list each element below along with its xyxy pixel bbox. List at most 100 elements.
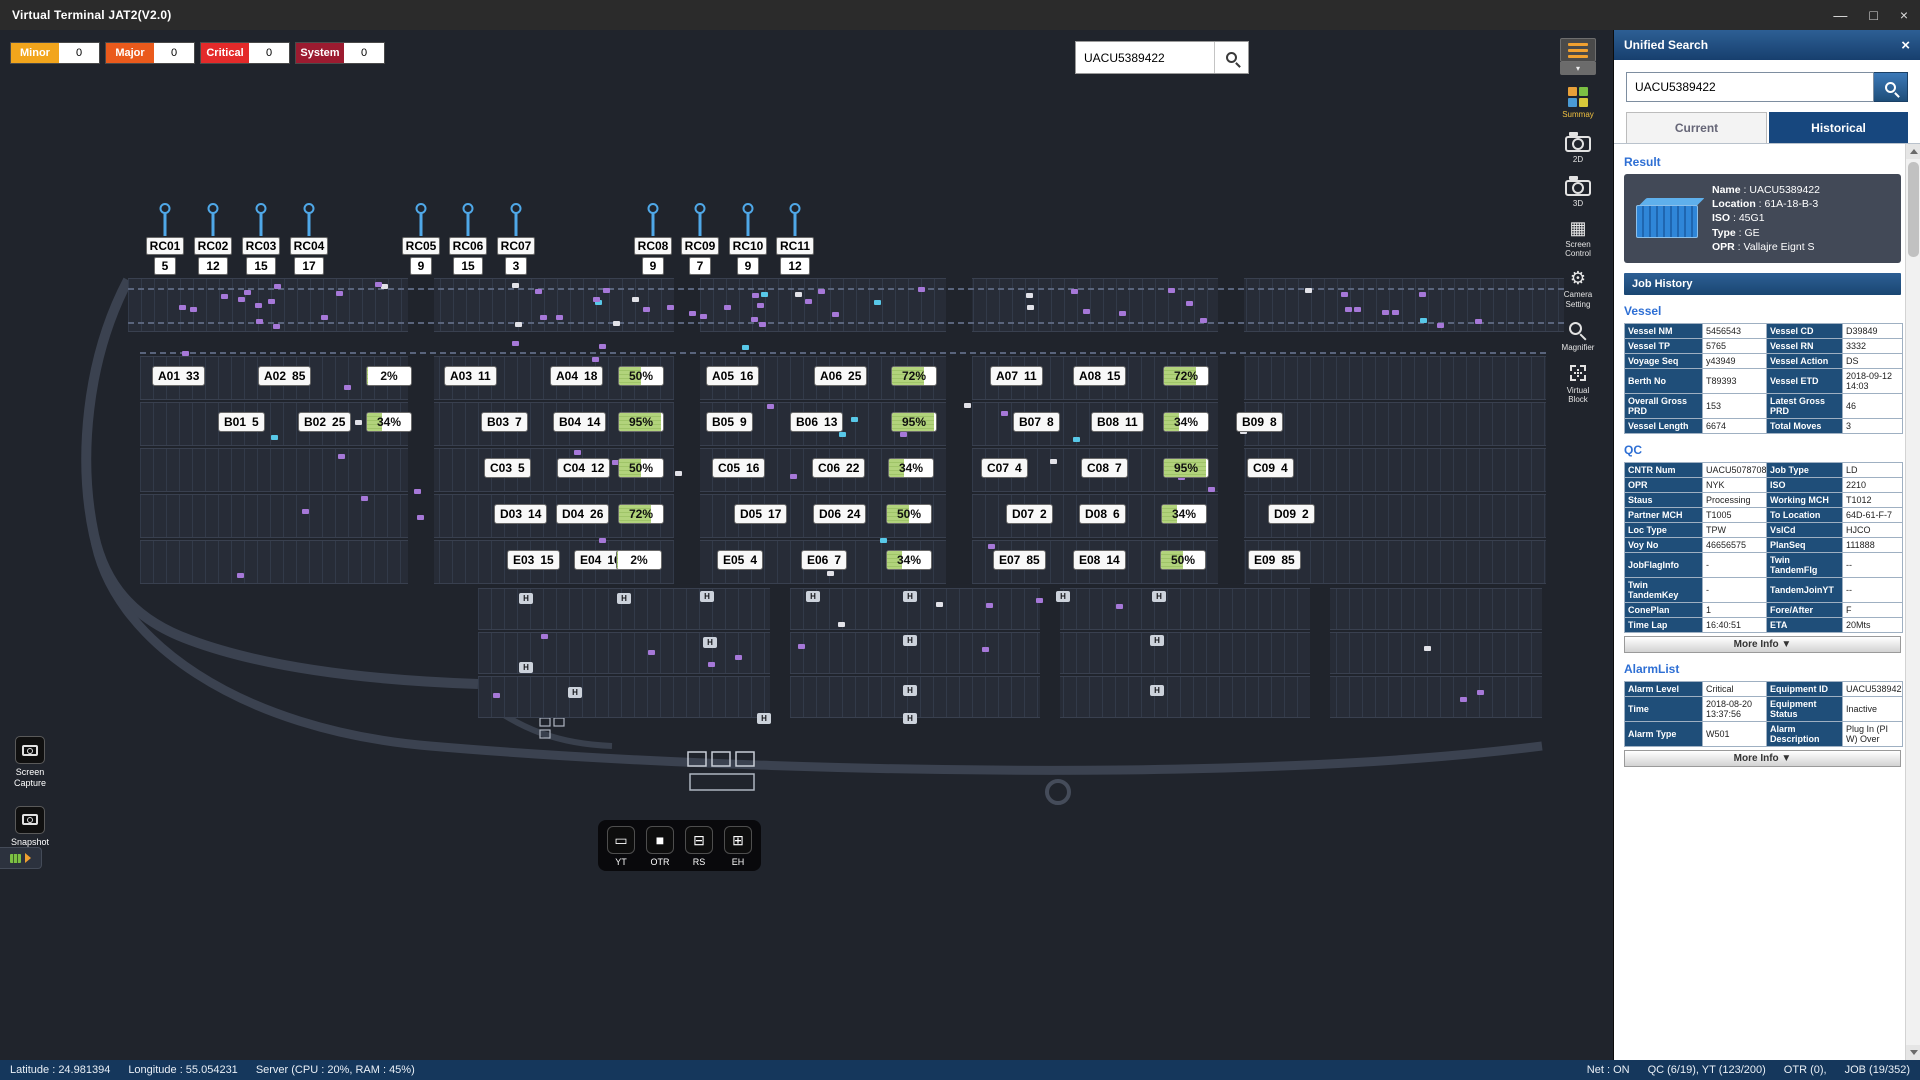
occupancy-badge[interactable]: 95% [618, 412, 664, 432]
block-A08[interactable]: A08 15 [1073, 366, 1127, 386]
tool-camera-setting[interactable]: ⚙ Camera Setting [1556, 269, 1600, 309]
occupancy-badge[interactable]: 50% [886, 504, 932, 524]
block-E08[interactable]: E08 14 [1073, 550, 1126, 570]
tool-summary[interactable]: Summay [1556, 87, 1600, 120]
occupancy-badge[interactable]: 50% [618, 458, 664, 478]
minimize-icon[interactable]: — [1833, 0, 1847, 30]
crane-RC03[interactable]: RC03 15 [241, 203, 281, 275]
dock-button-rs[interactable]: ⊟ RS [685, 826, 713, 867]
block-A03[interactable]: A03 11 [444, 366, 497, 386]
crane-RC09[interactable]: RC09 7 [680, 203, 720, 275]
block-C03[interactable]: C03 5 [484, 458, 531, 478]
crane-RC05[interactable]: RC05 9 [401, 203, 441, 275]
occupancy-badge[interactable]: 95% [1163, 458, 1209, 478]
alarm-more-info-button[interactable]: More Info ▼ [1624, 749, 1901, 767]
tool-3d[interactable]: 3D [1556, 174, 1600, 209]
dock-button-otr[interactable]: ■ OTR [646, 826, 674, 867]
tool-screen-capture[interactable]: Screen Capture [6, 736, 54, 790]
crane-RC10[interactable]: RC10 9 [728, 203, 768, 275]
block-D04[interactable]: D04 26 [556, 504, 610, 524]
occupancy-badge[interactable]: 34% [1163, 412, 1209, 432]
block-C07[interactable]: C07 4 [981, 458, 1028, 478]
occupancy-badge[interactable]: 34% [1161, 504, 1207, 524]
block-E06[interactable]: E06 7 [801, 550, 848, 570]
block-B01[interactable]: B01 5 [218, 412, 265, 432]
panel-scrollbar[interactable] [1905, 144, 1920, 1060]
crane-RC08[interactable]: RC08 9 [633, 203, 673, 275]
occupancy-badge[interactable]: 34% [886, 550, 932, 570]
occupancy-badge[interactable]: 2% [616, 550, 662, 570]
occupancy-badge[interactable]: 34% [366, 412, 412, 432]
block-C04[interactable]: C04 12 [557, 458, 611, 478]
block-A02[interactable]: A02 85 [258, 366, 312, 386]
scroll-up-icon[interactable] [1906, 144, 1920, 159]
job-history-button[interactable]: Job History [1624, 272, 1901, 295]
occupancy-badge[interactable]: 95% [891, 412, 937, 432]
occupancy-badge[interactable]: 72% [618, 504, 664, 524]
qc-more-info-button[interactable]: More Info ▼ [1624, 635, 1901, 653]
tool-snapshot[interactable]: Snapshot [6, 805, 54, 848]
block-A04[interactable]: A04 18 [550, 366, 604, 386]
occupancy-badge[interactable]: 2% [366, 366, 412, 386]
scrollbar-thumb[interactable] [1908, 162, 1919, 257]
block-B04[interactable]: B04 14 [553, 412, 607, 432]
search-button[interactable] [1214, 42, 1248, 73]
close-icon[interactable]: × [1900, 0, 1908, 30]
block-D07[interactable]: D07 2 [1006, 504, 1053, 524]
tool-screen-control[interactable]: ▦ Screen Control [1556, 219, 1600, 259]
block-C06[interactable]: C06 22 [812, 458, 866, 478]
panel-search-button[interactable] [1874, 72, 1908, 102]
panel-search-input[interactable] [1626, 72, 1874, 102]
block-B02[interactable]: B02 25 [298, 412, 352, 432]
dock-button-yt[interactable]: ▭ YT [607, 826, 635, 867]
block-C09[interactable]: C09 4 [1247, 458, 1294, 478]
block-B06[interactable]: B06 13 [790, 412, 844, 432]
block-B03[interactable]: B03 7 [481, 412, 528, 432]
crane-RC01[interactable]: RC01 5 [145, 203, 185, 275]
occupancy-badge[interactable]: 72% [891, 366, 937, 386]
yard-map[interactable]: RC01 5 RC02 12 RC03 15 RC04 17 RC05 9 RC06 15 RC07 3 R… [0, 30, 1613, 1060]
tab-current[interactable]: Current [1626, 112, 1767, 143]
block-B07[interactable]: B07 8 [1013, 412, 1060, 432]
block-D08[interactable]: D08 6 [1079, 504, 1126, 524]
dock-button-eh[interactable]: ⊞ EH [724, 826, 752, 867]
crane-RC06[interactable]: RC06 15 [448, 203, 488, 275]
block-B05[interactable]: B05 9 [706, 412, 753, 432]
block-D05[interactable]: D05 17 [734, 504, 788, 524]
block-B08[interactable]: B08 11 [1091, 412, 1144, 432]
block-E07[interactable]: E07 85 [993, 550, 1046, 570]
menu-collapse-button[interactable]: ▾ [1560, 62, 1596, 75]
search-input[interactable] [1076, 42, 1214, 73]
equipment-dot [851, 417, 858, 422]
occupancy-badge[interactable]: 72% [1163, 366, 1209, 386]
block-D06[interactable]: D06 24 [813, 504, 867, 524]
occupancy-badge[interactable]: 50% [1160, 550, 1206, 570]
block-A01[interactable]: A01 33 [152, 366, 206, 386]
tool-virtual-block[interactable]: Virtual Block [1556, 363, 1600, 405]
panel-close-icon[interactable]: × [1901, 37, 1910, 54]
scroll-down-icon[interactable] [1906, 1045, 1920, 1060]
legend-expand-tab[interactable] [0, 847, 42, 869]
tab-historical[interactable]: Historical [1769, 112, 1908, 143]
block-A05[interactable]: A05 16 [706, 366, 760, 386]
maximize-icon[interactable]: □ [1869, 0, 1877, 30]
block-D09[interactable]: D09 2 [1268, 504, 1315, 524]
crane-RC07[interactable]: RC07 3 [496, 203, 536, 275]
tool-magnifier[interactable]: Magnifier [1556, 319, 1600, 353]
block-E05[interactable]: E05 4 [717, 550, 764, 570]
crane-RC04[interactable]: RC04 17 [289, 203, 329, 275]
crane-RC11[interactable]: RC11 12 [775, 203, 815, 275]
block-E09[interactable]: E09 85 [1248, 550, 1301, 570]
block-A07[interactable]: A07 11 [990, 366, 1043, 386]
menu-button[interactable] [1560, 38, 1596, 62]
occupancy-badge[interactable]: 34% [888, 458, 934, 478]
tool-2d[interactable]: 2D [1556, 130, 1600, 165]
block-C08[interactable]: C08 7 [1081, 458, 1128, 478]
block-D03[interactable]: D03 14 [494, 504, 548, 524]
block-E03[interactable]: E03 15 [507, 550, 560, 570]
block-C05[interactable]: C05 16 [712, 458, 766, 478]
occupancy-badge[interactable]: 50% [618, 366, 664, 386]
crane-RC02[interactable]: RC02 12 [193, 203, 233, 275]
block-B09[interactable]: B09 8 [1236, 412, 1283, 432]
block-A06[interactable]: A06 25 [814, 366, 868, 386]
